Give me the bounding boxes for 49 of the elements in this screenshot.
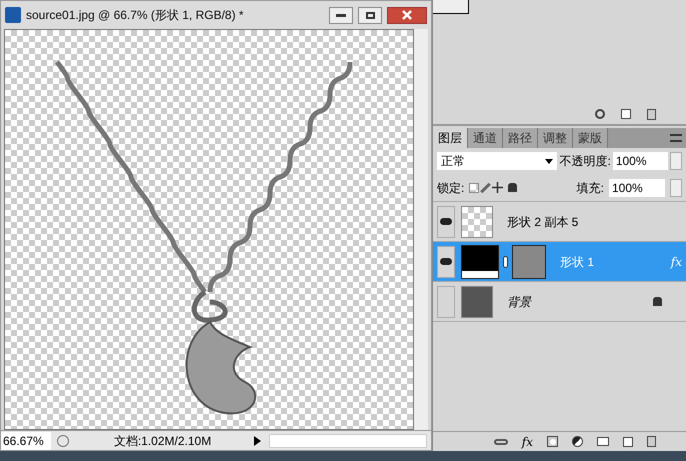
zoom-level[interactable]: 66.67% (1, 432, 51, 450)
photo-placeholder (461, 286, 493, 318)
panel-tab[interactable]: 蒙版 (573, 128, 608, 148)
opacity-label: 不透明度: (559, 153, 611, 170)
app-icon (5, 7, 21, 23)
layer-thumbnail (461, 206, 493, 238)
folder-icon[interactable] (597, 437, 609, 446)
minimize-button[interactable] (329, 6, 353, 24)
panel-tab[interactable]: 路径 (503, 128, 538, 148)
slider-arrow-button[interactable] (670, 178, 682, 196)
eye-icon[interactable] (437, 206, 455, 238)
new-layer-icon[interactable] (623, 436, 633, 446)
visibility-toggle[interactable] (437, 286, 455, 318)
close-button[interactable] (387, 6, 427, 24)
trash-icon[interactable] (647, 108, 656, 120)
layer-thumbnail (461, 244, 499, 278)
maximize-button[interactable] (358, 6, 382, 24)
document-info: 文档:1.02M/2.10M (112, 432, 212, 450)
opacity-field[interactable]: 100% (612, 152, 668, 170)
status-icon (57, 434, 69, 446)
lock-icon[interactable] (508, 183, 518, 192)
link-icon[interactable] (494, 438, 508, 444)
prohibit-icon[interactable] (595, 109, 605, 119)
eye-icon[interactable] (437, 246, 455, 278)
layer-name: 形状 1 (560, 254, 596, 270)
mask-icon[interactable] (547, 436, 558, 447)
close-icon (402, 10, 412, 20)
fill-field[interactable]: 100% (609, 178, 665, 196)
menu-icon[interactable] (670, 134, 682, 142)
add-style-button[interactable]: fx (522, 432, 533, 450)
brush-icon[interactable] (480, 182, 492, 193)
move-icon[interactable] (492, 182, 504, 193)
link-icon (503, 256, 508, 268)
lock-label: 锁定: (437, 180, 464, 196)
adjustment-icon[interactable] (572, 436, 583, 447)
lock-transparency-icon[interactable] (469, 182, 480, 192)
slider-arrow-button[interactable] (670, 152, 682, 170)
swatch-thumbnail (433, 0, 469, 14)
vector-mask-thumbnail (512, 244, 546, 278)
panel-tab[interactable]: 通道 (468, 128, 503, 148)
panel-tab[interactable]: 图层 (433, 128, 468, 148)
trash-icon[interactable] (647, 436, 656, 447)
blend-mode-dropdown[interactable]: 正常 (437, 152, 558, 170)
panel-tab[interactable]: 调整 (538, 128, 573, 148)
fill-label: 填充: (576, 180, 604, 196)
new-icon[interactable] (621, 109, 631, 119)
layer-name: 背景 (507, 294, 533, 310)
layer-name: 形状 2 副本 5 (507, 214, 580, 230)
window-title: source01.jpg @ 66.7% (形状 1, RGB/8) * (26, 7, 245, 24)
